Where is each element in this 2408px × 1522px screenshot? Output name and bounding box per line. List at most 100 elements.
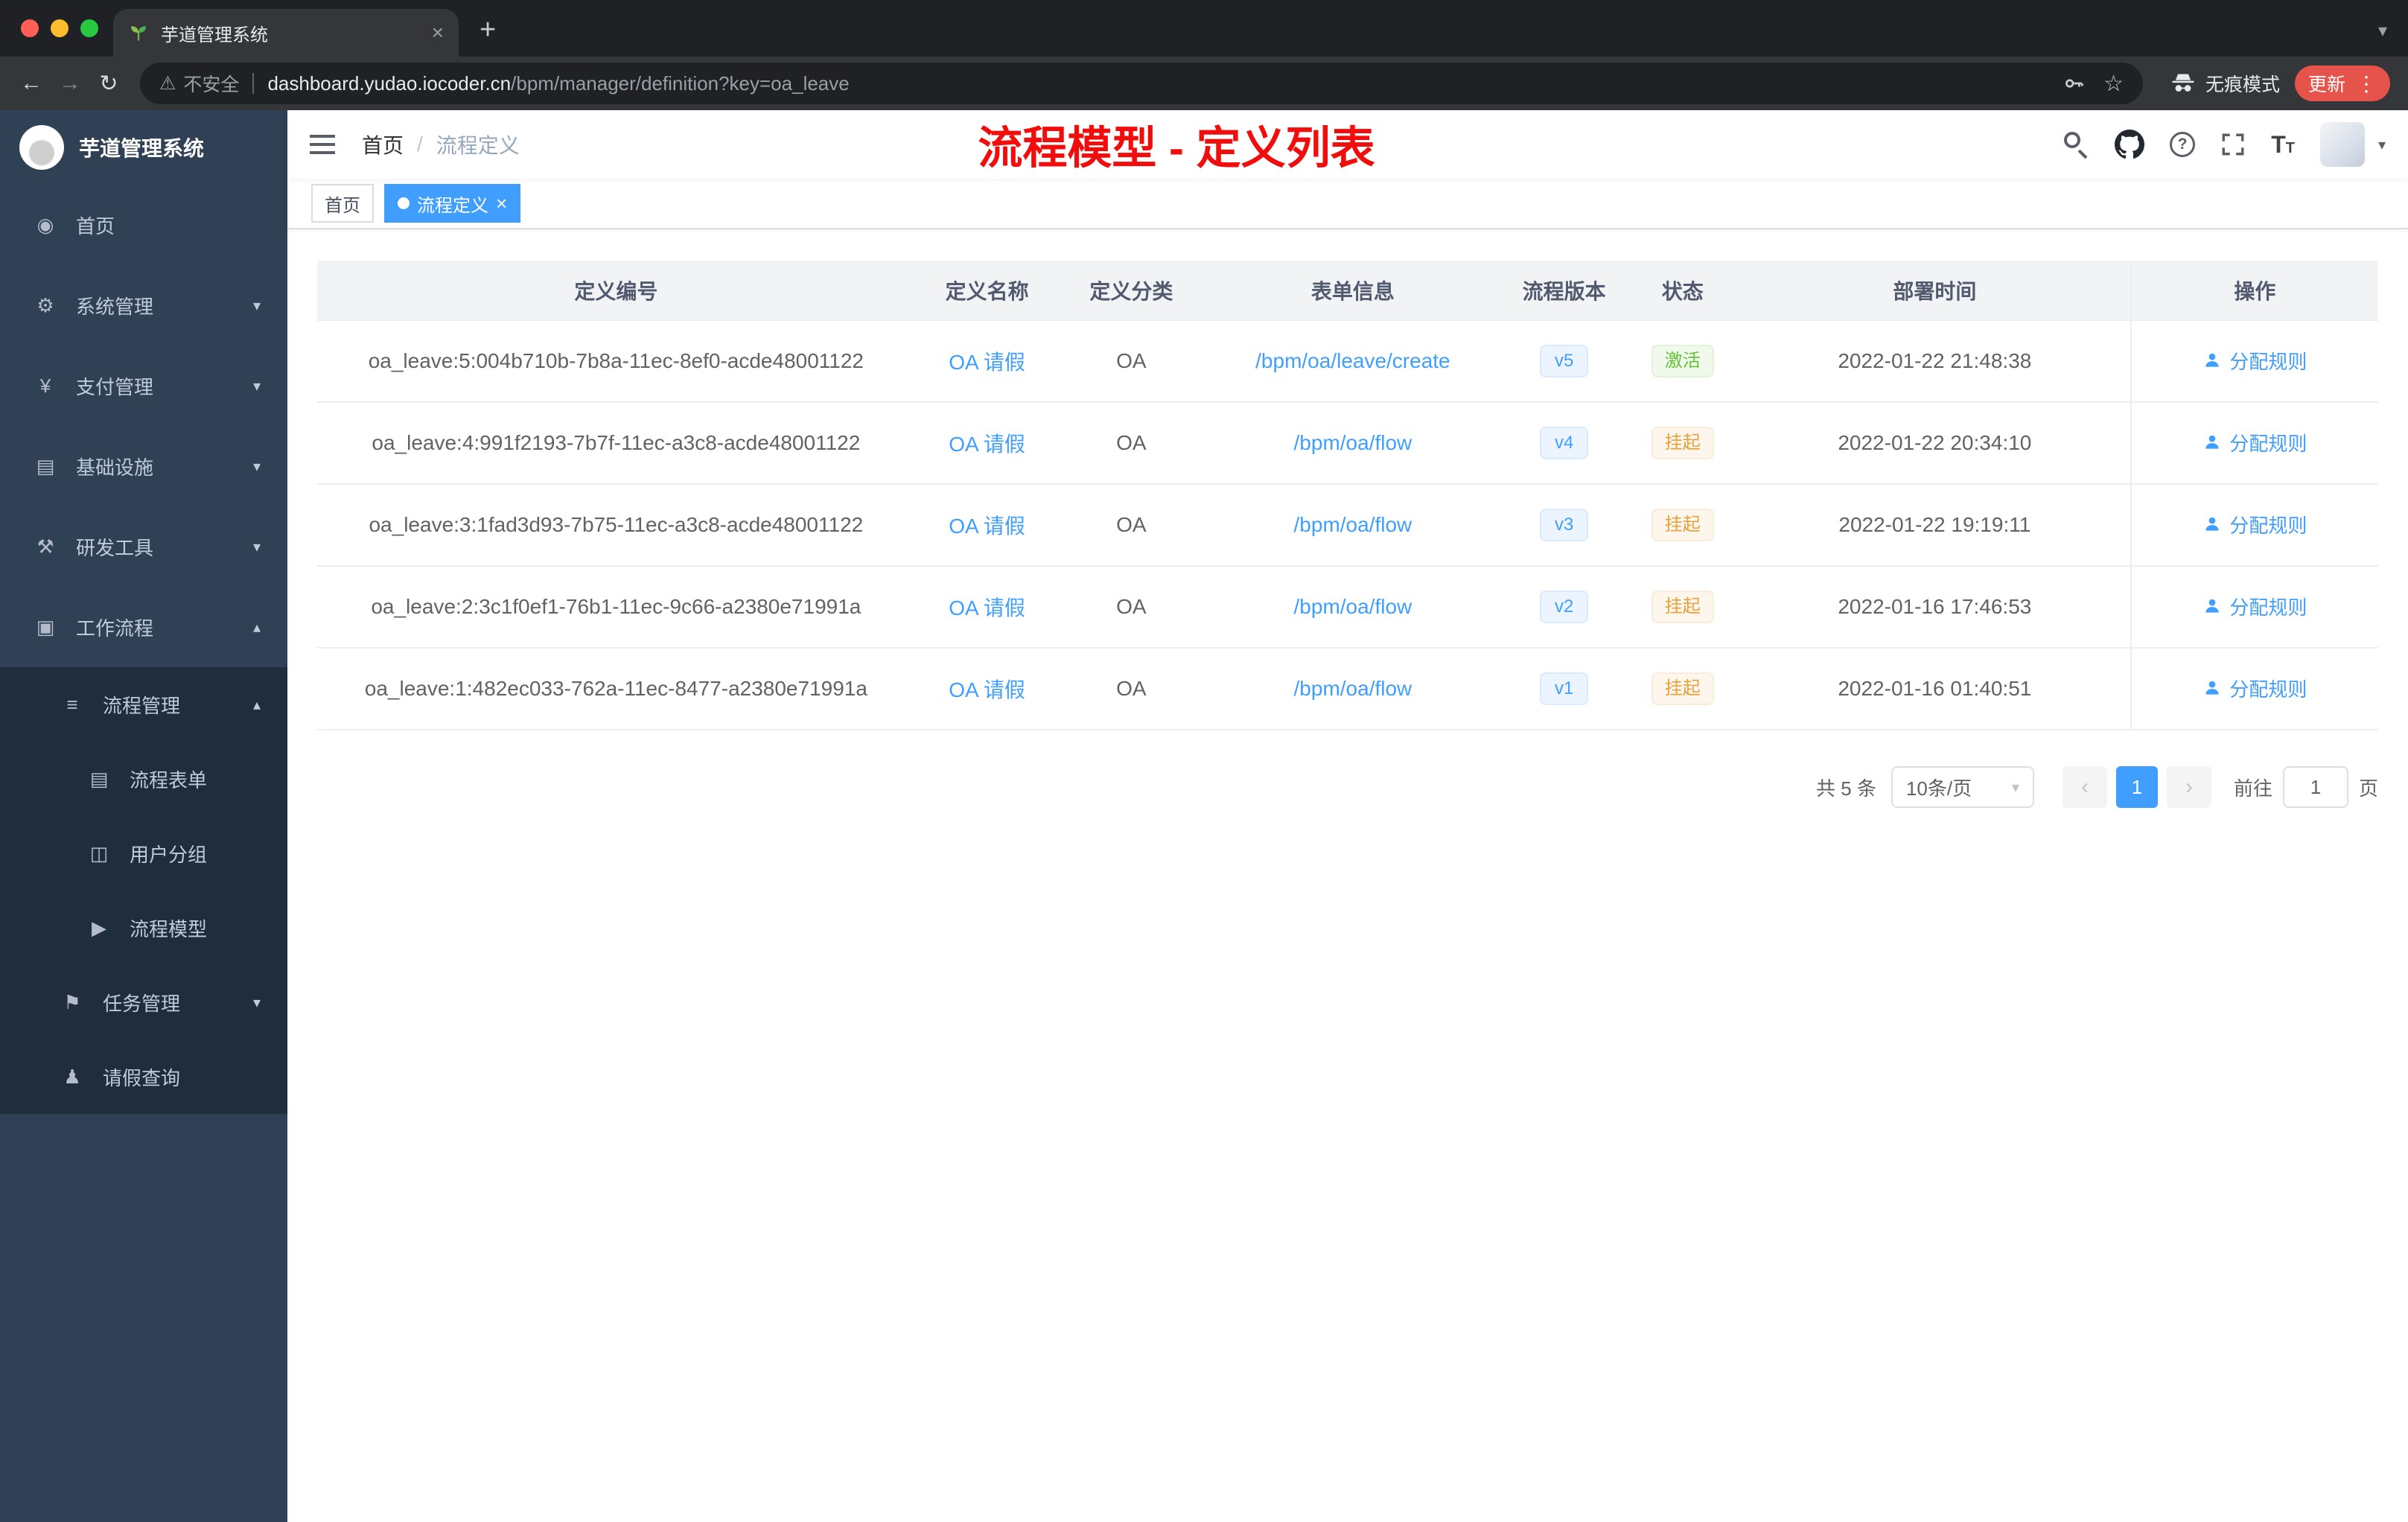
- github-icon[interactable]: [2115, 130, 2145, 159]
- sidebar-item-infrastructure[interactable]: ▤ 基础设施 ▾: [0, 426, 287, 506]
- next-page-button[interactable]: ›: [2166, 766, 2211, 808]
- tab-close-icon[interactable]: ×: [432, 21, 444, 45]
- page-size-select[interactable]: 10条/页 ▾: [1891, 766, 2034, 808]
- form-info-link[interactable]: /bpm/oa/leave/create: [1255, 349, 1450, 372]
- sidebar: 芋道管理系统 ◉ 首页 ⚙ 系统管理 ▾ ¥ 支付管理 ▾ ▤ 基础设施 ▾ ⚒…: [0, 110, 287, 1522]
- help-icon[interactable]: ?: [2170, 132, 2196, 157]
- paper-plane-icon: ▶: [92, 916, 106, 939]
- goto-page-input[interactable]: [2282, 766, 2348, 808]
- sidebar-item-home[interactable]: ◉ 首页: [0, 185, 287, 265]
- menu-kebab-icon[interactable]: ⋮: [2356, 71, 2377, 96]
- browser-tab[interactable]: 芋道管理系统 ×: [113, 9, 459, 57]
- assign-rule-link[interactable]: 分配规则: [2202, 429, 2307, 456]
- page-number-1[interactable]: 1: [2115, 766, 2158, 808]
- sidebar-item-process-model[interactable]: ▶ 流程模型: [0, 891, 287, 965]
- sidebar-item-label: 任务管理: [103, 992, 181, 1015]
- top-navbar: 首页 / 流程定义 流程模型 - 定义列表 ? TT ▾: [287, 110, 2408, 179]
- incognito-icon: [2172, 74, 2194, 92]
- update-browser-button[interactable]: 更新 ⋮: [2294, 66, 2390, 101]
- forward-button[interactable]: →: [51, 71, 89, 96]
- goto-label: 前往: [2233, 777, 2272, 800]
- tab-search-icon[interactable]: ▾: [2378, 20, 2387, 42]
- assign-rule-link[interactable]: 分配规则: [2202, 593, 2307, 620]
- sidebar-item-leave-query[interactable]: ♟ 请假查询: [0, 1039, 287, 1114]
- back-button[interactable]: ←: [12, 71, 51, 96]
- sidebar-item-process-management[interactable]: ≡ 流程管理 ▴: [0, 667, 287, 742]
- minimize-window-button[interactable]: [51, 19, 69, 37]
- new-tab-button[interactable]: +: [480, 14, 496, 46]
- fullscreen-icon[interactable]: [2220, 132, 2246, 157]
- definition-name-link[interactable]: OA 请假: [949, 596, 1025, 620]
- form-info-link[interactable]: /bpm/oa/flow: [1294, 513, 1412, 536]
- sidebar-item-label: 流程管理: [103, 694, 181, 717]
- breadcrumb-current: 流程定义: [436, 134, 520, 157]
- sidebar-item-task-management[interactable]: ⚑ 任务管理 ▾: [0, 965, 287, 1039]
- prev-page-button[interactable]: ‹: [2062, 766, 2107, 808]
- form-info-link[interactable]: /bpm/oa/flow: [1294, 595, 1412, 618]
- sidebar-item-process-form[interactable]: ▤ 流程表单: [0, 742, 287, 816]
- tab-favicon-icon: [131, 26, 146, 41]
- user-group-icon: ◫: [89, 841, 109, 865]
- sidebar-item-workflow[interactable]: ▣ 工作流程 ▴: [0, 587, 287, 667]
- assign-rule-link[interactable]: 分配规则: [2202, 511, 2307, 538]
- tab-strip: 芋道管理系统 × + ▾: [0, 0, 2408, 57]
- tag-home[interactable]: 首页: [311, 184, 374, 223]
- deploy-time: 2022-01-22 19:19:11: [1739, 484, 2131, 567]
- definition-name-link[interactable]: OA 请假: [949, 515, 1025, 538]
- col-form-info: 表单信息: [1203, 261, 1503, 321]
- assign-rule-label: 分配规则: [2229, 596, 2307, 619]
- incognito-badge: 无痕模式: [2170, 70, 2280, 97]
- collapse-sidebar-icon[interactable]: [310, 129, 335, 160]
- assign-rule-label: 分配规则: [2229, 514, 2307, 537]
- chevron-down-icon: ▾: [252, 458, 261, 475]
- maximize-window-button[interactable]: [80, 19, 98, 37]
- sidebar-item-label: 首页: [76, 214, 115, 238]
- sidebar-item-system-management[interactable]: ⚙ 系统管理 ▾: [0, 265, 287, 346]
- update-label: 更新: [2307, 74, 2345, 95]
- definition-name-link[interactable]: OA 请假: [949, 678, 1025, 701]
- definition-name-link[interactable]: OA 请假: [949, 351, 1025, 374]
- version-badge: v5: [1539, 344, 1589, 378]
- chevron-down-icon: ▾: [252, 538, 261, 555]
- assign-rule-link[interactable]: 分配规则: [2202, 347, 2307, 375]
- chevron-down-icon: ▾: [252, 994, 261, 1011]
- caret-down-icon[interactable]: ▾: [2378, 136, 2386, 154]
- password-key-icon[interactable]: [2062, 71, 2086, 95]
- table-row: oa_leave:5:004b710b-7b8a-11ec-8ef0-acde4…: [317, 320, 2378, 403]
- sidebar-item-user-group[interactable]: ◫ 用户分组: [0, 816, 287, 891]
- address-bar[interactable]: ⚠ 不安全 dashboard.yudao.iocoder.cn /bpm/ma…: [140, 63, 2143, 104]
- sidebar-item-dev-tools[interactable]: ⚒ 研发工具 ▾: [0, 506, 287, 587]
- font-size-icon[interactable]: TT: [2271, 131, 2295, 159]
- url-host: dashboard.yudao.iocoder.cn: [267, 71, 512, 95]
- form-info-link[interactable]: /bpm/oa/flow: [1294, 431, 1412, 454]
- avatar[interactable]: [2319, 122, 2365, 167]
- security-status[interactable]: ⚠ 不安全: [159, 70, 239, 97]
- close-window-button[interactable]: [21, 19, 39, 37]
- reload-button[interactable]: ↻: [89, 71, 128, 97]
- warning-icon: ⚠: [159, 73, 176, 94]
- definition-table: 定义编号 定义名称 定义分类 表单信息 流程版本 状态 部署时间 操作 oa_l: [317, 261, 2378, 730]
- breadcrumb-home[interactable]: 首页: [362, 130, 404, 159]
- bookmark-star-icon[interactable]: ☆: [2103, 71, 2124, 97]
- user-icon: [2205, 599, 2220, 613]
- assign-rule-link[interactable]: 分配规则: [2202, 675, 2307, 702]
- tag-close-icon[interactable]: ×: [496, 194, 507, 213]
- search-icon[interactable]: [2064, 132, 2089, 159]
- version-badge: v1: [1539, 672, 1589, 706]
- assign-rule-label: 分配规则: [2229, 678, 2307, 701]
- form-info-link[interactable]: /bpm/oa/flow: [1294, 677, 1412, 700]
- sidebar-item-label: 研发工具: [76, 536, 154, 559]
- col-process-version: 流程版本: [1502, 261, 1626, 321]
- tab-title: 芋道管理系统: [161, 25, 268, 45]
- deploy-time: 2022-01-16 01:40:51: [1739, 648, 2131, 730]
- sidebar-item-payment-management[interactable]: ¥ 支付管理 ▾: [0, 346, 287, 426]
- deploy-time: 2022-01-22 21:48:38: [1739, 320, 2131, 403]
- definition-category: OA: [1059, 402, 1204, 485]
- definition-name-link[interactable]: OA 请假: [949, 433, 1025, 456]
- security-label: 不安全: [183, 74, 240, 95]
- col-status: 状态: [1625, 261, 1739, 321]
- col-definition-id: 定义编号: [317, 261, 915, 321]
- tag-process-definition[interactable]: 流程定义 ×: [384, 184, 521, 223]
- form-icon: ▤: [89, 767, 109, 790]
- active-dot: [398, 197, 410, 209]
